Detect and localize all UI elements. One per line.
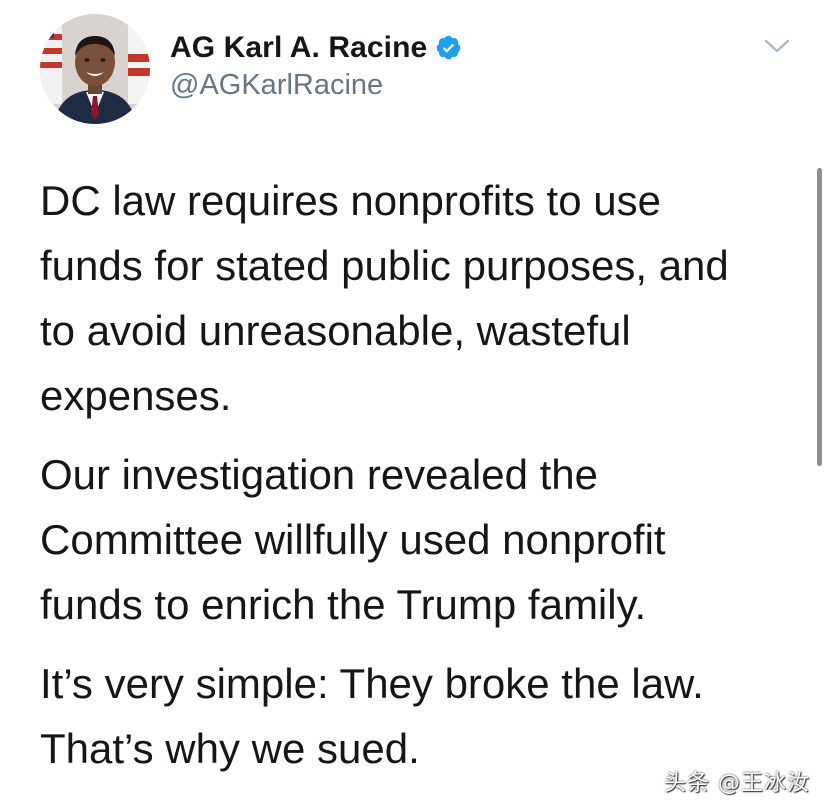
tweet-header: AG Karl A. Racine @AGKarlRacine bbox=[40, 14, 462, 124]
display-name-row: AG Karl A. Racine bbox=[170, 31, 462, 65]
avatar-image bbox=[40, 14, 150, 124]
verified-badge-icon bbox=[435, 34, 462, 61]
tweet-paragraph-2: Our investigation revealed the Committee… bbox=[40, 451, 666, 628]
chevron-down-icon[interactable] bbox=[764, 36, 790, 56]
avatar[interactable] bbox=[40, 14, 150, 124]
tweet-card: AG Karl A. Racine @AGKarlRacine DC law r… bbox=[0, 0, 828, 807]
author-display-name[interactable]: AG Karl A. Racine bbox=[170, 31, 427, 65]
scrollbar[interactable] bbox=[817, 168, 822, 466]
author-names: AG Karl A. Racine @AGKarlRacine bbox=[170, 31, 462, 102]
tweet-paragraph-1: DC law requires nonprofits to use funds … bbox=[40, 177, 729, 419]
tweet-paragraph-3: It’s very simple: They broke the law. Th… bbox=[40, 660, 704, 772]
author-handle[interactable]: @AGKarlRacine bbox=[170, 69, 462, 102]
tweet-text: DC law requires nonprofits to use funds … bbox=[40, 168, 780, 795]
watermark: 头条 @王冰汝 bbox=[664, 771, 810, 796]
